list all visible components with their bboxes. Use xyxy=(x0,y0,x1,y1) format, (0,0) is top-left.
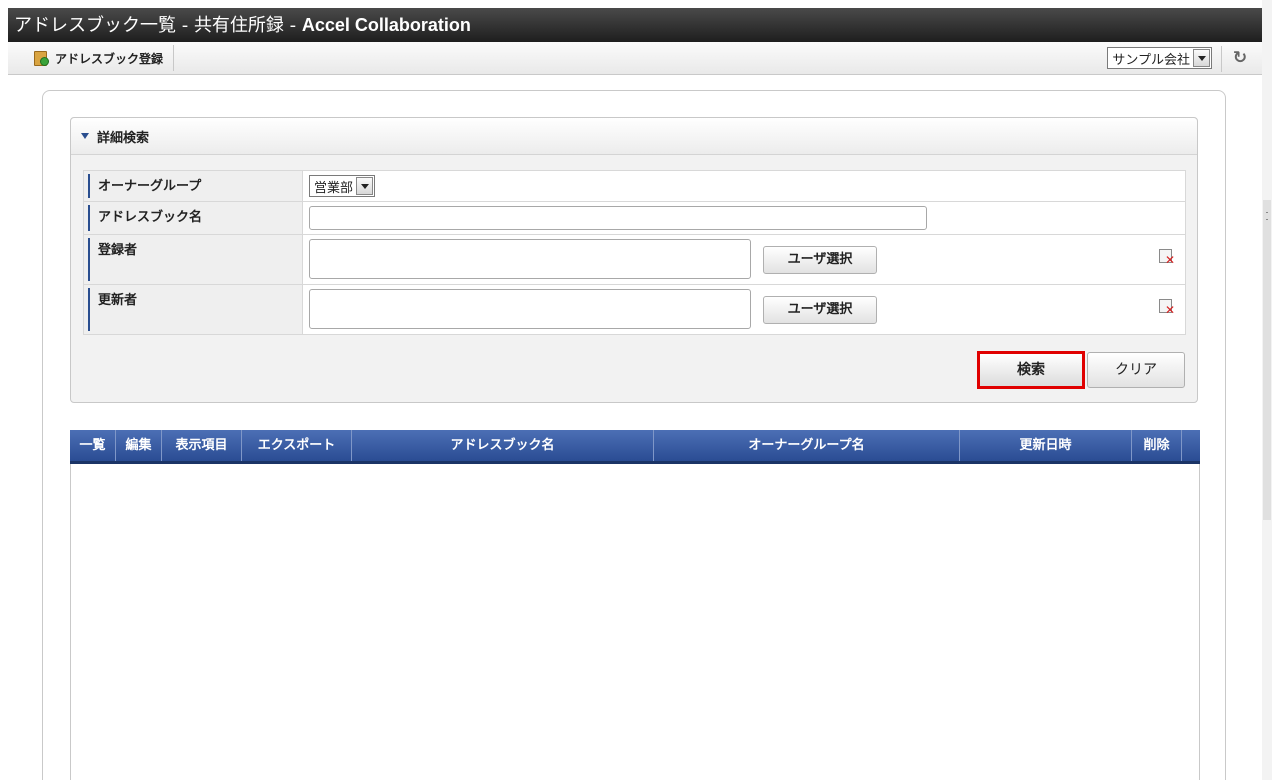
company-select-value: サンプル会社 xyxy=(1112,52,1190,68)
column-header-edit[interactable]: 編集 xyxy=(116,430,162,461)
search-form: オーナーグループ 営業部 アドレスブック名 登録者 ユーザ選択 ✕ 更新者 ユー… xyxy=(83,170,1186,335)
updater-label: 更新者 xyxy=(83,284,303,335)
column-header-delete[interactable]: 削除 xyxy=(1132,430,1182,461)
registrant-label: 登録者 xyxy=(83,234,303,285)
toolbar: アドレスブック登録 サンプル会社 ↻ xyxy=(8,42,1264,75)
result-grid-header: 一覧 編集 表示項目 エクスポート アドレスブック名 オーナーグループ名 更新日… xyxy=(70,430,1200,464)
column-header-display-items[interactable]: 表示項目 xyxy=(162,430,242,461)
scrollbar-grip-icon xyxy=(1266,212,1268,220)
addressbook-add-icon xyxy=(34,50,49,66)
search-button[interactable]: 検索 xyxy=(977,351,1085,389)
owner-group-row: オーナーグループ 営業部 xyxy=(83,170,1186,202)
column-header-addressbook-name[interactable]: アドレスブック名 xyxy=(352,430,654,461)
updater-user-select-button[interactable]: ユーザ選択 xyxy=(763,296,877,324)
scrollbar-thumb[interactable] xyxy=(1263,200,1271,520)
column-header-export[interactable]: エクスポート xyxy=(242,430,352,461)
updater-clear-icon[interactable]: ✕ xyxy=(1159,299,1175,316)
search-panel-header[interactable]: 詳細検索 xyxy=(71,118,1197,155)
updater-input[interactable] xyxy=(309,289,751,329)
registrant-user-select-button[interactable]: ユーザ選択 xyxy=(763,246,877,274)
clear-button[interactable]: クリア xyxy=(1087,352,1185,388)
register-addressbook-label: アドレスブック登録 xyxy=(55,51,164,66)
window-title-bar: アドレスブック一覧 - 共有住所録 - Accel Collaboration xyxy=(8,8,1264,42)
chevron-down-icon xyxy=(1193,49,1210,67)
registrant-clear-icon[interactable]: ✕ xyxy=(1159,249,1175,266)
column-header-list[interactable]: 一覧 xyxy=(70,430,116,461)
toolbar-divider xyxy=(1221,46,1222,72)
result-grid-body xyxy=(70,464,1200,780)
registrant-input[interactable] xyxy=(309,239,751,279)
owner-group-value: 営業部 xyxy=(314,180,354,196)
addressbook-name-label: アドレスブック名 xyxy=(83,201,303,235)
addressbook-name-row: アドレスブック名 xyxy=(83,201,1186,235)
owner-group-label: オーナーグループ xyxy=(83,170,303,202)
register-addressbook-button[interactable]: アドレスブック登録 xyxy=(26,45,175,71)
addressbook-name-input[interactable] xyxy=(309,206,927,230)
search-panel: 詳細検索 オーナーグループ 営業部 アドレスブック名 登録者 ユーザ選択 ✕ 更… xyxy=(70,117,1198,403)
chevron-down-icon xyxy=(356,177,374,195)
updater-row: 更新者 ユーザ選択 ✕ xyxy=(83,284,1186,335)
vertical-scrollbar[interactable] xyxy=(1262,0,1272,780)
window-title-app: Accel Collaboration xyxy=(301,15,471,35)
registrant-row: 登録者 ユーザ選択 ✕ xyxy=(83,234,1186,285)
refresh-icon[interactable]: ↻ xyxy=(1230,48,1250,68)
window-title-prefix: アドレスブック一覧 - 共有住所録 - xyxy=(14,15,302,36)
collapse-triangle-icon xyxy=(81,133,89,139)
column-header-owner-group-name[interactable]: オーナーグループ名 xyxy=(654,430,960,461)
search-panel-title: 詳細検索 xyxy=(97,130,150,146)
column-header-updated-at[interactable]: 更新日時 xyxy=(960,430,1132,461)
company-select[interactable]: サンプル会社 xyxy=(1107,47,1212,69)
owner-group-select[interactable]: 営業部 xyxy=(309,175,376,197)
